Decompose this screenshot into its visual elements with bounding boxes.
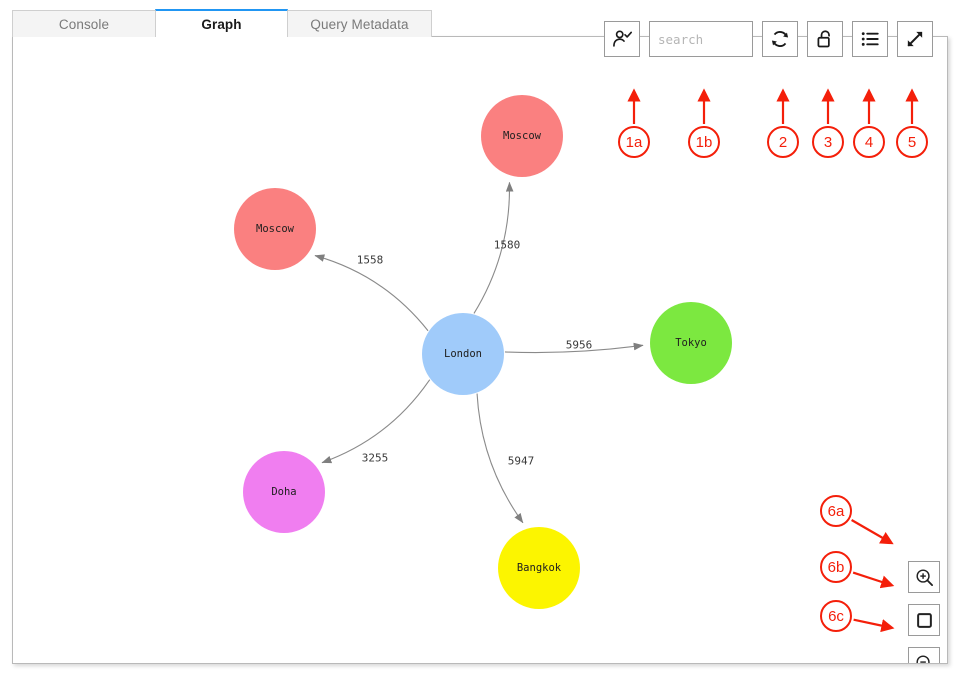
- expand-icon: [907, 31, 923, 47]
- graph-nodes[interactable]: Moscow Moscow London Tokyo Doha Bangkok: [234, 95, 732, 609]
- graph-edge: [473, 181, 514, 314]
- graph-node-circle[interactable]: [650, 302, 732, 384]
- unlock-icon: [817, 30, 830, 48]
- graph-visualization[interactable]: 1558 1580 5956 3255 5947 Moscow Moscow London T…: [13, 37, 948, 664]
- legend-button[interactable]: [852, 21, 888, 57]
- graph-edge-label: 1580: [494, 239, 521, 252]
- zoom-controls: [908, 561, 940, 663]
- tab-query-metadata[interactable]: Query Metadata: [287, 10, 432, 37]
- refresh-button[interactable]: [762, 21, 798, 57]
- zoom-in-icon: [915, 568, 933, 586]
- graph-edge-label: 3255: [362, 452, 389, 465]
- tab-graph-label: Graph: [201, 16, 242, 32]
- graph-edge: [504, 342, 644, 354]
- refresh-icon: [771, 31, 789, 47]
- graph-edge: [476, 393, 524, 524]
- graph-node[interactable]: Moscow: [481, 95, 563, 177]
- search-field-wrapper: [649, 21, 753, 57]
- tab-graph[interactable]: Graph: [155, 9, 288, 37]
- select-nodes-button[interactable]: [604, 21, 640, 57]
- graph-node-circle[interactable]: [422, 313, 504, 395]
- zoom-in-button[interactable]: [908, 561, 940, 593]
- zoom-out-button[interactable]: [908, 647, 940, 663]
- list-icon: [861, 32, 879, 46]
- graph-edge: [321, 379, 431, 464]
- person-check-icon: [613, 30, 632, 47]
- tab-console-label: Console: [58, 16, 110, 32]
- graph-node[interactable]: Bangkok: [498, 527, 580, 609]
- graph-node-circle[interactable]: [243, 451, 325, 533]
- tab-query-metadata-label: Query Metadata: [310, 16, 409, 32]
- graph-node-circle[interactable]: [481, 95, 563, 177]
- graph-node-circle[interactable]: [498, 527, 580, 609]
- graph-node-circle[interactable]: [234, 188, 316, 270]
- graph-edge: [314, 254, 429, 332]
- tab-bar: Console Graph Query Metadata: [12, 9, 432, 37]
- graph-edge-label: 1558: [357, 254, 384, 267]
- zoom-out-icon: [915, 654, 930, 663]
- fullscreen-button[interactable]: [897, 21, 933, 57]
- graph-node[interactable]: Doha: [243, 451, 325, 533]
- graph-canvas-panel[interactable]: 1558 1580 5956 3255 5947 Moscow Moscow London T…: [12, 36, 948, 664]
- zoom-fit-button[interactable]: [908, 604, 940, 636]
- graph-edge-label: 5956: [566, 339, 593, 352]
- tab-console[interactable]: Console: [12, 10, 156, 37]
- graph-edge-label: 5947: [508, 455, 535, 468]
- graph-node[interactable]: Moscow: [234, 188, 316, 270]
- graph-node[interactable]: Tokyo: [650, 302, 732, 384]
- app-window: Console Graph Query Metadata 1558 1580 595…: [0, 0, 969, 684]
- search-input[interactable]: [649, 21, 753, 57]
- graph-node[interactable]: London: [422, 313, 504, 395]
- lock-toggle-button[interactable]: [807, 21, 843, 57]
- square-icon: [916, 612, 932, 628]
- graph-toolbar: [604, 21, 942, 57]
